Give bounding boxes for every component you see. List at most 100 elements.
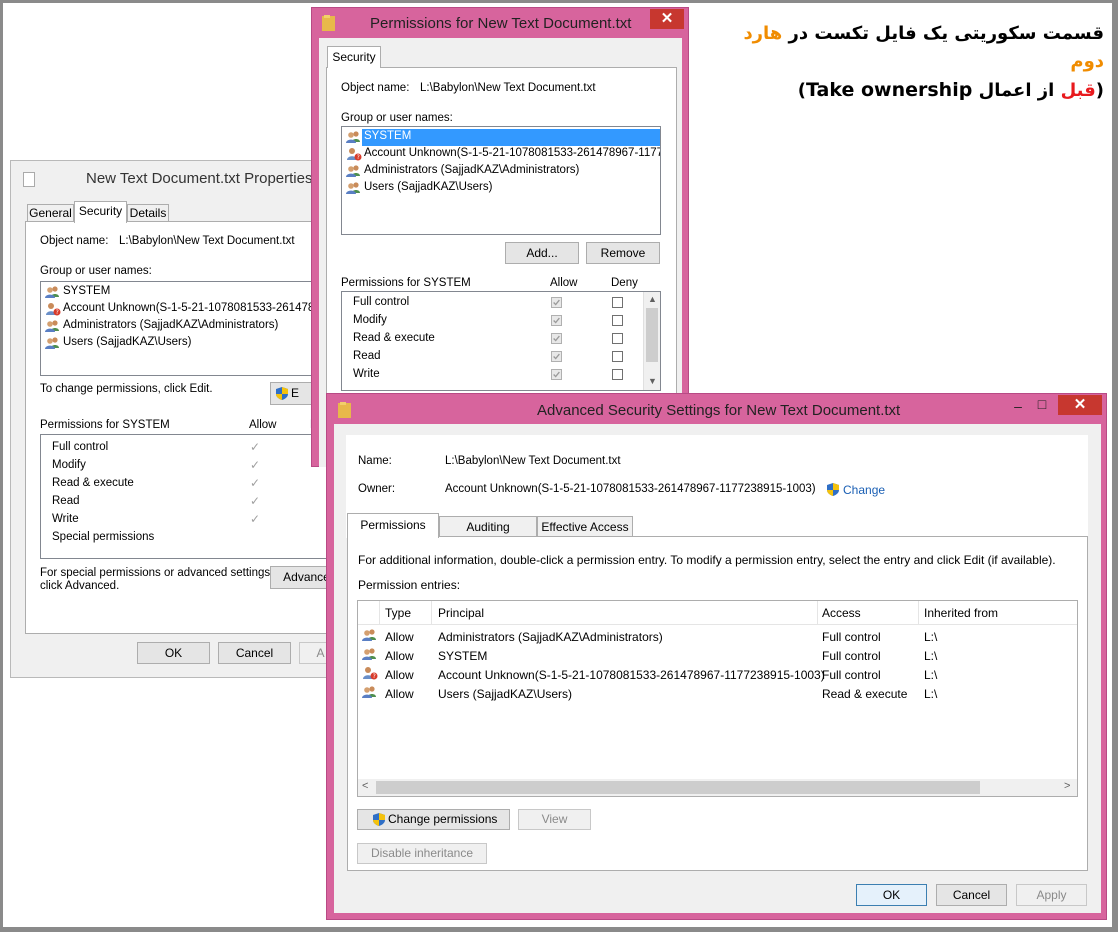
tab-general[interactable]: General xyxy=(27,204,74,222)
tab-security[interactable]: Security xyxy=(74,201,127,223)
unknown-user-icon: ? xyxy=(346,147,362,161)
owner-label: Owner: xyxy=(358,483,396,495)
allow-check-icon: ✓ xyxy=(250,458,261,472)
user-group-icon xyxy=(45,336,61,350)
deny-checkbox[interactable] xyxy=(612,369,623,380)
shield-icon xyxy=(827,483,839,496)
user-list-item[interactable]: Administrators (SajjadKAZ\Administrators… xyxy=(364,164,579,176)
scroll-thumb[interactable] xyxy=(646,308,658,362)
col-inherited[interactable]: Inherited from xyxy=(924,606,998,620)
col-access[interactable]: Access xyxy=(822,606,861,620)
deny-checkbox[interactable] xyxy=(612,297,623,308)
close-button[interactable]: ✕ xyxy=(650,9,684,29)
properties-window: New Text Document.txt Properties General… xyxy=(10,160,342,678)
change-permissions-button[interactable]: Change permissions xyxy=(357,809,510,830)
allow-header: Allow xyxy=(550,277,578,289)
allow-header: Allow xyxy=(249,419,277,431)
col-divider xyxy=(431,601,432,624)
deny-checkbox[interactable] xyxy=(612,315,623,326)
add-button[interactable]: Add... xyxy=(505,242,579,264)
user-group-icon xyxy=(45,285,61,299)
annotation: قسمت سکوریتی یک فایل تکست در هارد دوم (ق… xyxy=(704,20,1104,105)
cell-type: Allow xyxy=(385,630,414,644)
permission-label: Full control xyxy=(52,441,109,453)
cell-type: Allow xyxy=(385,668,414,682)
security-panel: Object name: L:\Babylon\New Text Documen… xyxy=(25,221,342,634)
cell-inherited: L:\ xyxy=(924,630,938,644)
cancel-button[interactable]: Cancel xyxy=(936,884,1007,906)
table-header: Type Principal Access Inherited from xyxy=(358,601,1077,625)
tab-effective-access[interactable]: Effective Access xyxy=(537,516,633,537)
scrollbar[interactable]: ▲ ▼ xyxy=(643,292,660,390)
col-type[interactable]: Type xyxy=(385,606,411,620)
allow-check-icon: ✓ xyxy=(250,476,261,490)
scroll-down-icon[interactable]: ▼ xyxy=(648,376,657,386)
permission-label: Read xyxy=(353,350,381,362)
ok-button[interactable]: OK xyxy=(856,884,927,906)
ok-button[interactable]: OK xyxy=(137,642,210,664)
name-value: L:\Babylon\New Text Document.txt xyxy=(445,455,621,467)
scroll-up-icon[interactable]: ▲ xyxy=(648,294,657,304)
advanced-client: Name: L:\Babylon\New Text Document.txt O… xyxy=(334,424,1101,913)
user-list-item[interactable]: Users (SajjadKAZ\Users) xyxy=(364,181,492,193)
apply-button[interactable]: Apply xyxy=(1016,884,1087,906)
deny-checkbox[interactable] xyxy=(612,351,623,362)
minimize-button[interactable]: – xyxy=(1007,398,1029,414)
table-row[interactable]: Allow Administrators (SajjadKAZ\Administr… xyxy=(358,628,1077,647)
view-button[interactable]: View xyxy=(518,809,591,830)
entries-label: Permission entries: xyxy=(358,578,461,592)
permissions-for-label: Permissions for SYSTEM xyxy=(341,277,471,289)
shield-icon xyxy=(276,387,288,400)
maximize-button[interactable]: □ xyxy=(1031,396,1053,412)
allow-checkbox[interactable] xyxy=(551,315,562,326)
scroll-thumb[interactable] xyxy=(376,781,980,794)
allow-check-icon: ✓ xyxy=(250,494,261,508)
user-list-item[interactable]: Administrators (SajjadKAZ\Administrators… xyxy=(63,319,278,331)
remove-button[interactable]: Remove xyxy=(586,242,660,264)
user-group-icon xyxy=(362,628,378,642)
user-group-icon xyxy=(346,164,362,178)
window-title: Permissions for New Text Document.txt xyxy=(370,15,632,32)
object-name-label: Object name: xyxy=(40,235,109,247)
document-icon xyxy=(23,172,35,187)
tab-details[interactable]: Details xyxy=(127,204,169,222)
svg-text:?: ? xyxy=(56,309,59,316)
user-list-item[interactable]: SYSTEM xyxy=(364,130,411,142)
allow-checkbox[interactable] xyxy=(551,333,562,344)
scroll-right-icon[interactable]: > xyxy=(1064,780,1070,792)
cancel-button[interactable]: Cancel xyxy=(218,642,291,664)
advanced-security-window: Advanced Security Settings for New Text … xyxy=(326,393,1107,920)
name-label: Name: xyxy=(358,455,392,467)
user-list-item[interactable]: Account Unknown(S-1-5-21-1078081533-2614… xyxy=(63,302,327,314)
cell-access: Full control xyxy=(822,630,881,644)
table-row[interactable]: Allow SYSTEM Full control L:\ xyxy=(358,647,1077,666)
tab-security[interactable]: Security xyxy=(327,46,381,68)
users-list[interactable]: SYSTEM? Account Unknown(S-1-5-21-10780815… xyxy=(40,281,340,376)
deny-checkbox[interactable] xyxy=(612,333,623,344)
change-owner-link[interactable]: Change xyxy=(843,483,885,497)
user-group-icon: ? xyxy=(362,666,378,680)
close-button[interactable]: ✕ xyxy=(1058,395,1102,415)
user-list-item[interactable]: SYSTEM xyxy=(63,285,110,297)
users-list[interactable]: SYSTEM? Account Unknown(S-1-5-21-10780815… xyxy=(341,126,661,235)
scroll-left-icon[interactable]: < xyxy=(362,780,368,792)
allow-checkbox[interactable] xyxy=(551,369,562,380)
table-row[interactable]: Allow Users (SajjadKAZ\Users) Read & execu… xyxy=(358,685,1077,704)
table-row[interactable]: ? Allow Account Unknown(S-1-5-21-107808153… xyxy=(358,666,1077,685)
user-list-item[interactable]: Users (SajjadKAZ\Users) xyxy=(63,336,191,348)
owner-value: Account Unknown(S-1-5-21-1078081533-2614… xyxy=(445,483,816,495)
disable-inheritance-button[interactable]: Disable inheritance xyxy=(357,843,487,864)
deny-header: Deny xyxy=(611,277,638,289)
tab-auditing[interactable]: Auditing xyxy=(439,516,537,537)
cell-inherited: L:\ xyxy=(924,687,938,701)
cell-principal: Administrators (SajjadKAZ\Administrators… xyxy=(438,630,663,644)
tab-permissions[interactable]: Permissions xyxy=(347,513,439,538)
col-principal[interactable]: Principal xyxy=(438,606,484,620)
allow-checkbox[interactable] xyxy=(551,297,562,308)
allow-checkbox[interactable] xyxy=(551,351,562,362)
permissions-list: Full control Modify Read & execute Read Writ… xyxy=(341,291,661,391)
horizontal-scrollbar[interactable]: < > xyxy=(358,779,1077,796)
object-name-label: Object name: xyxy=(341,82,410,94)
user-list-item[interactable]: Account Unknown(S-1-5-21-1078081533-2614… xyxy=(364,147,660,159)
permission-entries-table[interactable]: Type Principal Access Inherited from All… xyxy=(357,600,1078,797)
